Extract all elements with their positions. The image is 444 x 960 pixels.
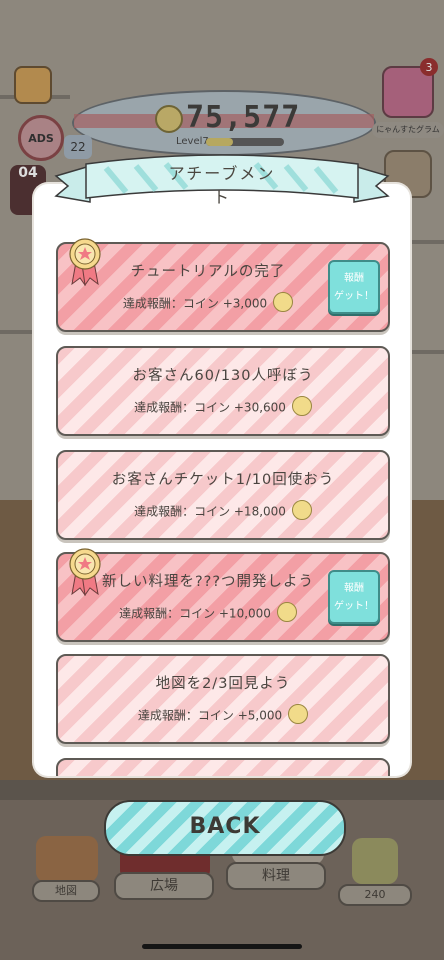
claim-label-line2: ゲット！: [334, 291, 374, 302]
instagram-badge: 3: [420, 58, 438, 76]
cooking-label[interactable]: 料理: [226, 862, 326, 890]
achievement-reward-row: 達成報酬：コイン +18,000: [58, 500, 388, 522]
achievement-title: お客さんチケット1/10回使おう: [111, 472, 335, 488]
level-label: Level7: [176, 136, 209, 147]
coin-icon: [291, 500, 312, 520]
level-progress-bar: [206, 138, 284, 146]
achievement-reward: 達成報酬：コイン +5,000: [137, 708, 283, 723]
home-indicator[interactable]: [142, 944, 302, 949]
achievement-card: お客さん60/130人呼ぼう 達成報酬：コイン +30,600: [56, 346, 390, 436]
coin-icon: [273, 292, 294, 312]
achievement-title: 地図を2/3回見よう: [155, 676, 291, 692]
achievement-card: [56, 758, 390, 776]
achievement-reward: 達成報酬：コイン +18,000: [134, 504, 286, 519]
medal-icon: [69, 238, 101, 286]
claim-reward-button[interactable]: 報酬ゲット！: [328, 260, 380, 314]
coin-icon: [288, 704, 309, 724]
achievement-title: チュートリアルの完了: [130, 264, 286, 280]
medal-icon: [69, 548, 101, 596]
achievement-modal: チュートリアルの完了 達成報酬：コイン +3,000 報酬 ゲット！ お客さん60/13…: [34, 184, 410, 776]
claim-label-line1: 報酬: [344, 273, 364, 284]
achievement-reward: 達成報酬：コイン +3,000: [122, 296, 268, 311]
settings-gear-button[interactable]: [14, 66, 52, 104]
achievement-reward: 達成報酬：コイン +10,000: [119, 606, 271, 621]
achievement-reward: 達成報酬：コイン +30,600: [134, 400, 286, 415]
instagram-label: にゃんすたグラム: [372, 122, 444, 138]
house-icon[interactable]: [352, 838, 398, 884]
achievement-reward-row: 達成報酬：コイン +3,000: [58, 292, 358, 314]
achievement-reward-row: 達成報酬：コイン +30,600: [58, 396, 388, 418]
claim-reward-button[interactable]: 報酬ゲット！: [328, 570, 380, 624]
counter-edge: [0, 780, 444, 802]
claim-label-line1: 報酬: [344, 583, 364, 594]
coin-icon: [155, 105, 183, 133]
plaza-label[interactable]: 広場: [114, 872, 214, 900]
house-count: 240: [338, 884, 412, 906]
achievement-reward-row: 達成報酬：コイン +10,000: [58, 602, 358, 624]
claim-label-line2: ゲット！: [334, 601, 374, 612]
achievement-title: 新しい料理を???つ開発しよう: [101, 574, 315, 590]
achievement-card: 地図を2/3回見よう達成報酬：コイン +5,000: [56, 654, 390, 744]
back-button[interactable]: BACK: [104, 800, 346, 856]
timer-text: 04: [18, 165, 38, 181]
coin-icon: [291, 396, 312, 416]
achievement-title: お客さん60/130人呼ぼう: [132, 368, 314, 384]
achievement-card[interactable]: チュートリアルの完了達成報酬：コイン +3,000 報酬ゲット！: [56, 238, 390, 332]
achievement-reward-row: 達成報酬：コイン +5,000: [58, 704, 388, 726]
map-label[interactable]: 地図: [32, 880, 100, 902]
coin-count: 75,577: [186, 100, 301, 135]
modal-title: アチーブメント: [168, 164, 276, 207]
achievement-card[interactable]: 新しい料理を???つ開発しよう達成報酬：コイン +10,000 報酬ゲット！: [56, 548, 390, 642]
achievement-card: お客さんチケット1/10回使おう達成報酬：コイン +18,000: [56, 450, 390, 540]
coin-icon: [276, 602, 297, 622]
map-icon[interactable]: [36, 836, 98, 882]
